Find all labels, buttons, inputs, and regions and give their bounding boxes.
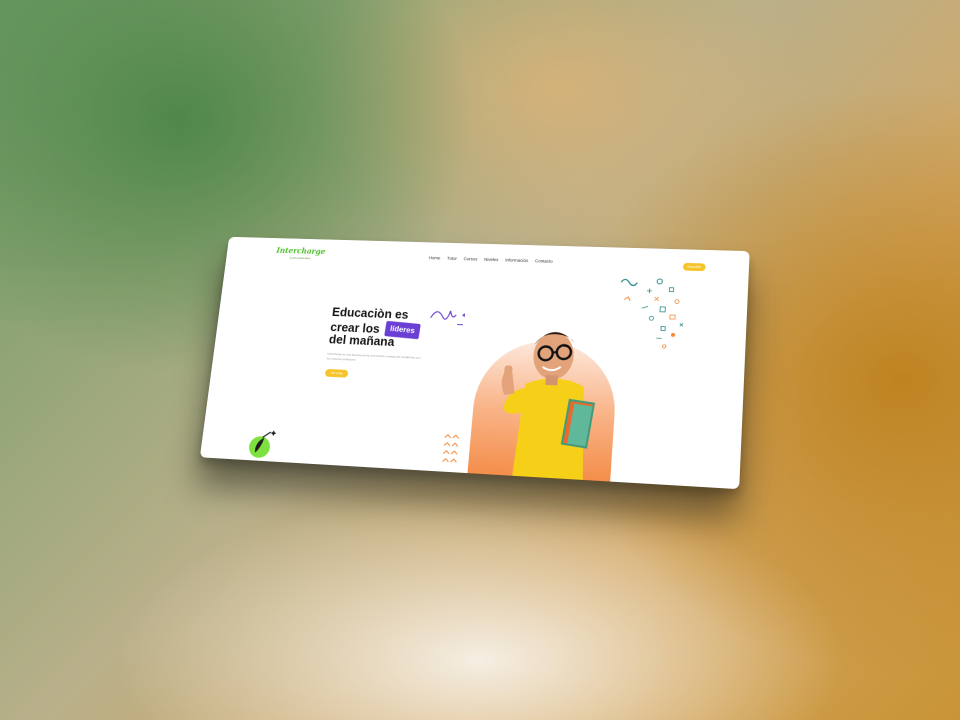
scribble-icon: [428, 304, 473, 330]
logo-wordmark: Intercharge: [276, 245, 326, 256]
mockup-stage: Intercharge Centro Educativo Home Tutor …: [0, 0, 960, 720]
header-cta-button[interactable]: Inscribir: [683, 263, 706, 271]
arrows-pattern-icon: [440, 432, 464, 473]
student-photo: [489, 305, 614, 489]
nav-item-tutor[interactable]: Tutor: [447, 256, 457, 261]
hero-highlight-badge: líderes: [384, 320, 420, 338]
logo[interactable]: Intercharge Centro Educativo: [275, 245, 326, 260]
hero-cta-button[interactable]: Ver más: [325, 369, 349, 378]
nav-item-informacion[interactable]: Información: [505, 258, 528, 263]
hero-title: Educaciòn es crear los líderes del mañan…: [328, 307, 421, 351]
bird-leaf-icon: [245, 425, 283, 462]
main-nav: Home Tutor Cursos Niveles Información Co…: [429, 255, 553, 263]
decorative-icon-cluster: [612, 271, 709, 363]
nav-item-niveles[interactable]: Niveles: [484, 257, 499, 262]
logo-tagline: Centro Educativo: [275, 255, 324, 260]
nav-item-home[interactable]: Home: [429, 255, 441, 260]
nav-item-cursos[interactable]: Cursos: [463, 256, 477, 261]
website-mockup: Intercharge Centro Educativo Home Tutor …: [200, 237, 750, 489]
hero-description: Intercharge es una fuente para la crecim…: [327, 352, 423, 365]
nav-item-contacto[interactable]: Contacto: [535, 258, 553, 263]
